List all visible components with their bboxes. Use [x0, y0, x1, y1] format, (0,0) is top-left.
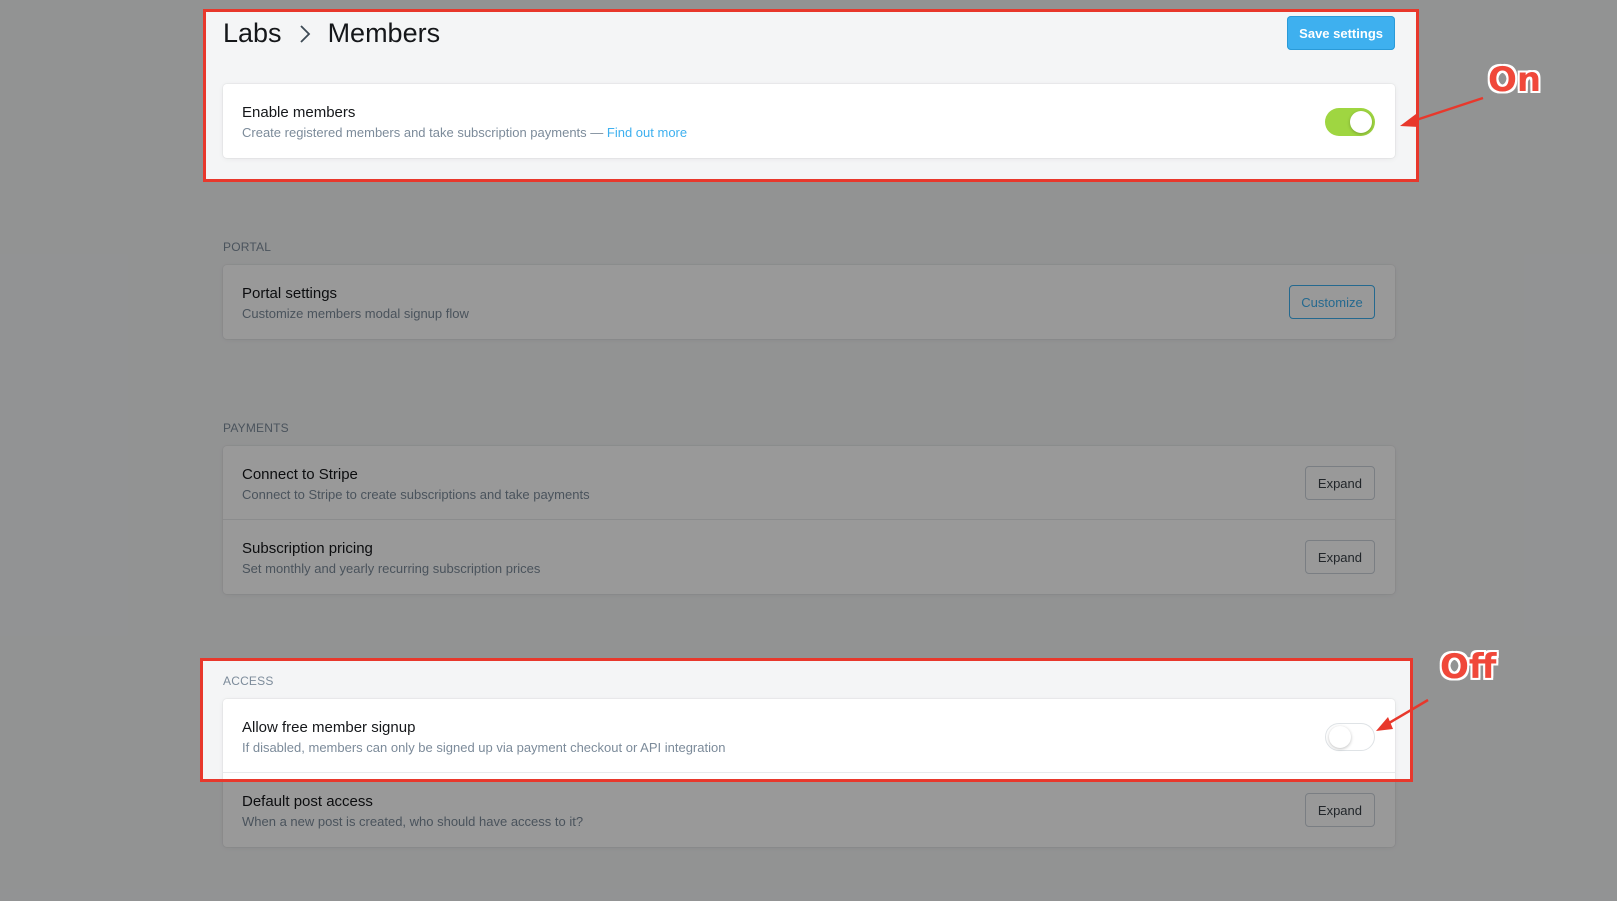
connect-stripe-row: Connect to Stripe Connect to Stripe to c…	[223, 446, 1395, 520]
save-settings-button[interactable]: Save settings	[1287, 16, 1395, 50]
subscription-pricing-description: Set monthly and yearly recurring subscri…	[242, 561, 541, 576]
toggle-knob	[1329, 726, 1351, 748]
toggle-knob	[1350, 111, 1372, 133]
dim-overlay	[0, 10, 204, 181]
members-settings-page: Labs Members Save settings Enable member…	[0, 0, 1617, 901]
default-post-access-description: When a new post is created, who should h…	[242, 814, 584, 829]
arrow-on-head	[1400, 114, 1419, 127]
payments-section-label: PAYMENTS	[223, 421, 289, 435]
enable-members-toggle[interactable]	[1325, 108, 1375, 136]
customize-button[interactable]: Customize	[1289, 285, 1375, 319]
portal-settings-title: Portal settings	[242, 285, 338, 302]
portal-section-label: PORTAL	[223, 240, 272, 254]
access-section-label: ACCESS	[223, 674, 274, 688]
access-card: Allow free member signup If disabled, me…	[223, 699, 1395, 847]
enable-members-title: Enable members	[242, 104, 356, 121]
annotation-on: On	[1488, 60, 1542, 100]
default-post-access-expand-button[interactable]: Expand	[1304, 793, 1375, 827]
connect-stripe-expand-button[interactable]: Expand	[1304, 466, 1375, 500]
portal-card: Portal settings Customize members modal …	[223, 265, 1395, 339]
portal-settings-description: Customize members modal signup flow	[242, 306, 469, 321]
subscription-pricing-title: Subscription pricing	[242, 540, 373, 557]
breadcrumb: Labs Members	[223, 18, 440, 49]
free-signup-toggle[interactable]	[1325, 723, 1375, 751]
payments-card: Connect to Stripe Connect to Stripe to c…	[223, 446, 1395, 594]
breadcrumb-current: Members	[327, 18, 441, 48]
default-post-access-title: Default post access	[242, 793, 373, 810]
enable-members-description: Create registered members and take subsc…	[242, 125, 687, 140]
connect-stripe-description: Connect to Stripe to create subscription…	[242, 487, 590, 502]
find-out-more-link[interactable]: Find out more	[607, 125, 687, 140]
dim-overlay	[0, 659, 201, 781]
free-signup-row: Allow free member signup If disabled, me…	[223, 699, 1395, 773]
subscription-pricing-expand-button[interactable]: Expand	[1304, 540, 1375, 574]
page-header: Labs Members Save settings	[223, 14, 1395, 66]
free-signup-description: If disabled, members can only be signed …	[242, 740, 726, 755]
connect-stripe-title: Connect to Stripe	[242, 466, 358, 483]
dim-overlay	[0, 0, 1617, 10]
default-post-access-row: Default post access When a new post is c…	[223, 773, 1395, 847]
subscription-pricing-row: Subscription pricing Set monthly and yea…	[223, 520, 1395, 594]
arrow-on-line	[1409, 96, 1484, 124]
annotation-off: Off	[1440, 647, 1497, 687]
enable-members-description-text: Create registered members and take subsc…	[242, 125, 604, 140]
enable-members-card: Enable members Create registered members…	[223, 84, 1395, 158]
chevron-right-icon	[299, 24, 310, 43]
free-signup-title: Allow free member signup	[242, 719, 416, 736]
breadcrumb-parent[interactable]: Labs	[223, 18, 282, 49]
enable-members-row: Enable members Create registered members…	[223, 84, 1395, 158]
portal-settings-row: Portal settings Customize members modal …	[223, 265, 1395, 339]
